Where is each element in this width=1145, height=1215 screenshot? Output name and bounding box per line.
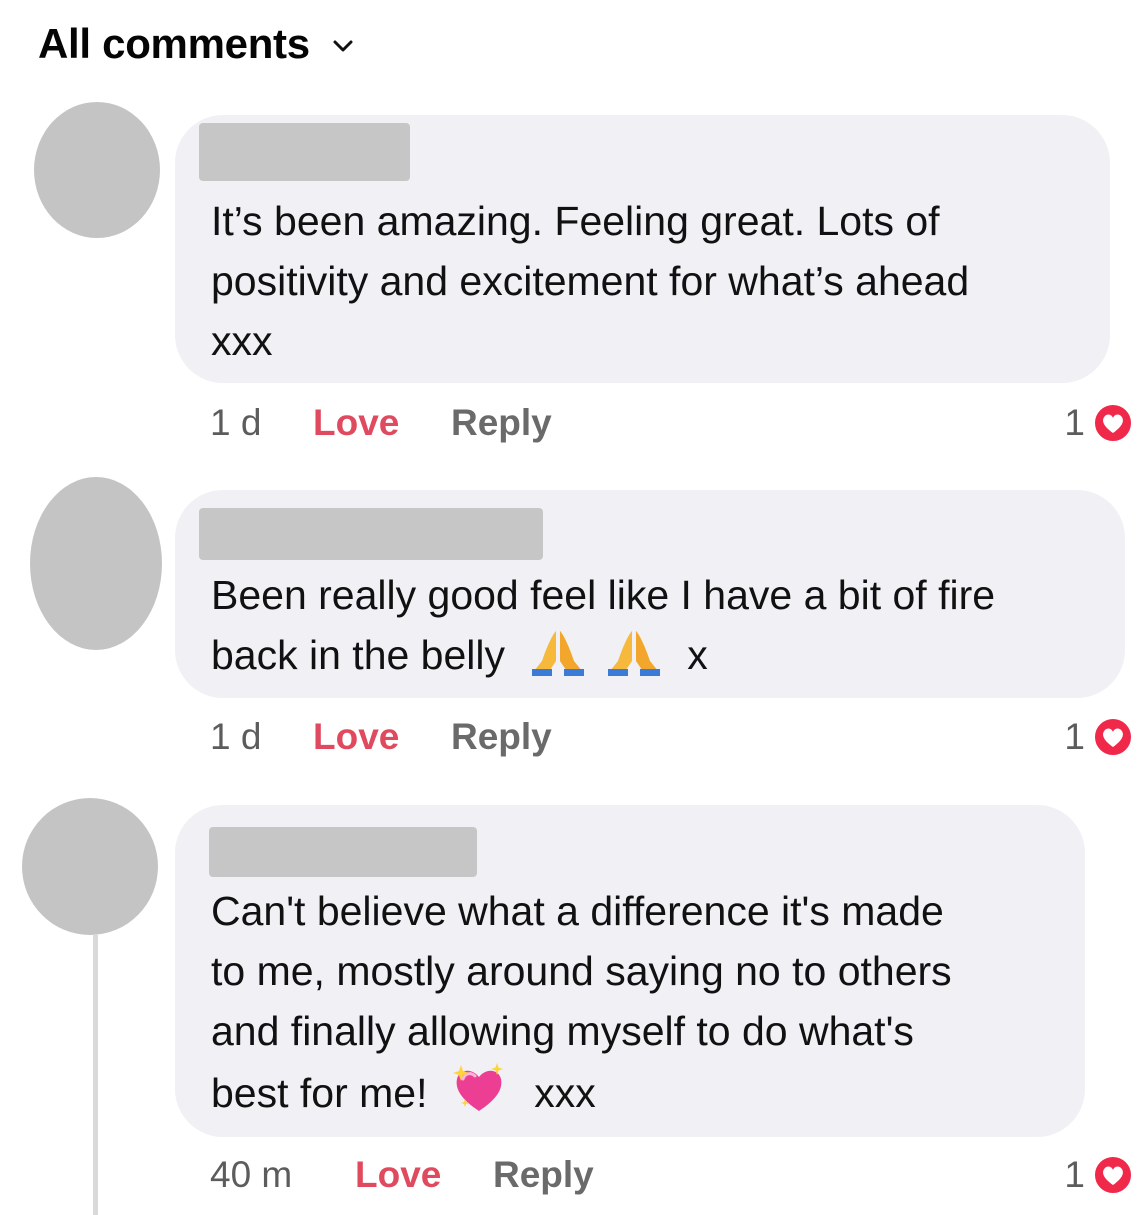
comment-timestamp: 40 m bbox=[210, 1154, 293, 1195]
love-reaction-icon[interactable] bbox=[1093, 403, 1133, 443]
comment-text-line: best for me! xxx bbox=[211, 1061, 1069, 1123]
comment-actions: 1 d Love Reply 1 bbox=[0, 712, 1145, 762]
reaction-count[interactable]: 1 bbox=[1064, 1150, 1085, 1200]
comment-text-line: xxx bbox=[211, 318, 273, 364]
redacted-author-name[interactable] bbox=[199, 123, 410, 181]
comment-text-segment: back in the belly bbox=[211, 632, 506, 678]
comment-text-segment: x bbox=[687, 632, 708, 678]
comment-timestamp: 1 d bbox=[210, 402, 262, 443]
comment-text: It’s been amazing. Feeling great. Lots o… bbox=[211, 191, 1094, 371]
sparkling-heart-emoji bbox=[452, 1063, 503, 1111]
love-reaction-icon[interactable] bbox=[1093, 717, 1133, 757]
comment-text-line: It’s been amazing. Feeling great. Lots o… bbox=[211, 198, 940, 244]
comment-timestamp: 1 d bbox=[210, 716, 262, 757]
folded-hands-emoji bbox=[532, 631, 585, 676]
comment-bubble: It’s been amazing. Feeling great. Lots o… bbox=[175, 115, 1110, 383]
avatar[interactable] bbox=[22, 798, 158, 935]
love-button[interactable]: Love bbox=[313, 712, 399, 762]
love-button[interactable]: Love bbox=[313, 398, 399, 448]
love-reaction-icon[interactable] bbox=[1093, 1155, 1133, 1195]
reply-button[interactable]: Reply bbox=[451, 398, 552, 448]
comment-text-line: back in the belly x bbox=[211, 625, 1109, 685]
love-button[interactable]: Love bbox=[355, 1150, 441, 1200]
redacted-author-name[interactable] bbox=[209, 827, 477, 877]
comment-text-line: Been really good feel like I have a bit … bbox=[211, 572, 996, 618]
reaction-count[interactable]: 1 bbox=[1064, 712, 1085, 762]
redacted-author-name[interactable] bbox=[199, 508, 543, 560]
comment-text-line: Can't believe what a difference it's mad… bbox=[211, 888, 944, 934]
comments-filter-label: All comments bbox=[38, 20, 310, 67]
comment-text-line: positivity and excitement for what’s ahe… bbox=[211, 258, 970, 304]
comment-text: Been really good feel like I have a bit … bbox=[211, 565, 1109, 685]
chevron-down-icon bbox=[333, 40, 353, 52]
comment-text: Can't believe what a difference it's mad… bbox=[211, 881, 1069, 1123]
avatar[interactable] bbox=[34, 102, 160, 238]
comment-text-segment: xxx bbox=[534, 1070, 596, 1116]
comment-bubble: Can't believe what a difference it's mad… bbox=[175, 805, 1085, 1137]
comment-text-segment: best for me! bbox=[211, 1070, 428, 1116]
comment-bubble: Been really good feel like I have a bit … bbox=[175, 490, 1125, 698]
folded-hands-emoji bbox=[607, 631, 660, 676]
comment-text-line: to me, mostly around saying no to others bbox=[211, 948, 952, 994]
comment-text-line: and finally allowing myself to do what's bbox=[211, 1008, 914, 1054]
comments-filter[interactable]: All comments bbox=[38, 18, 354, 70]
reply-button[interactable]: Reply bbox=[451, 712, 552, 762]
reaction-count[interactable]: 1 bbox=[1064, 398, 1085, 448]
comment-actions: 1 d Love Reply 1 bbox=[0, 398, 1145, 448]
comment-actions: 40 m Love Reply 1 bbox=[0, 1150, 1145, 1200]
avatar[interactable] bbox=[30, 477, 162, 650]
reply-button[interactable]: Reply bbox=[493, 1150, 594, 1200]
